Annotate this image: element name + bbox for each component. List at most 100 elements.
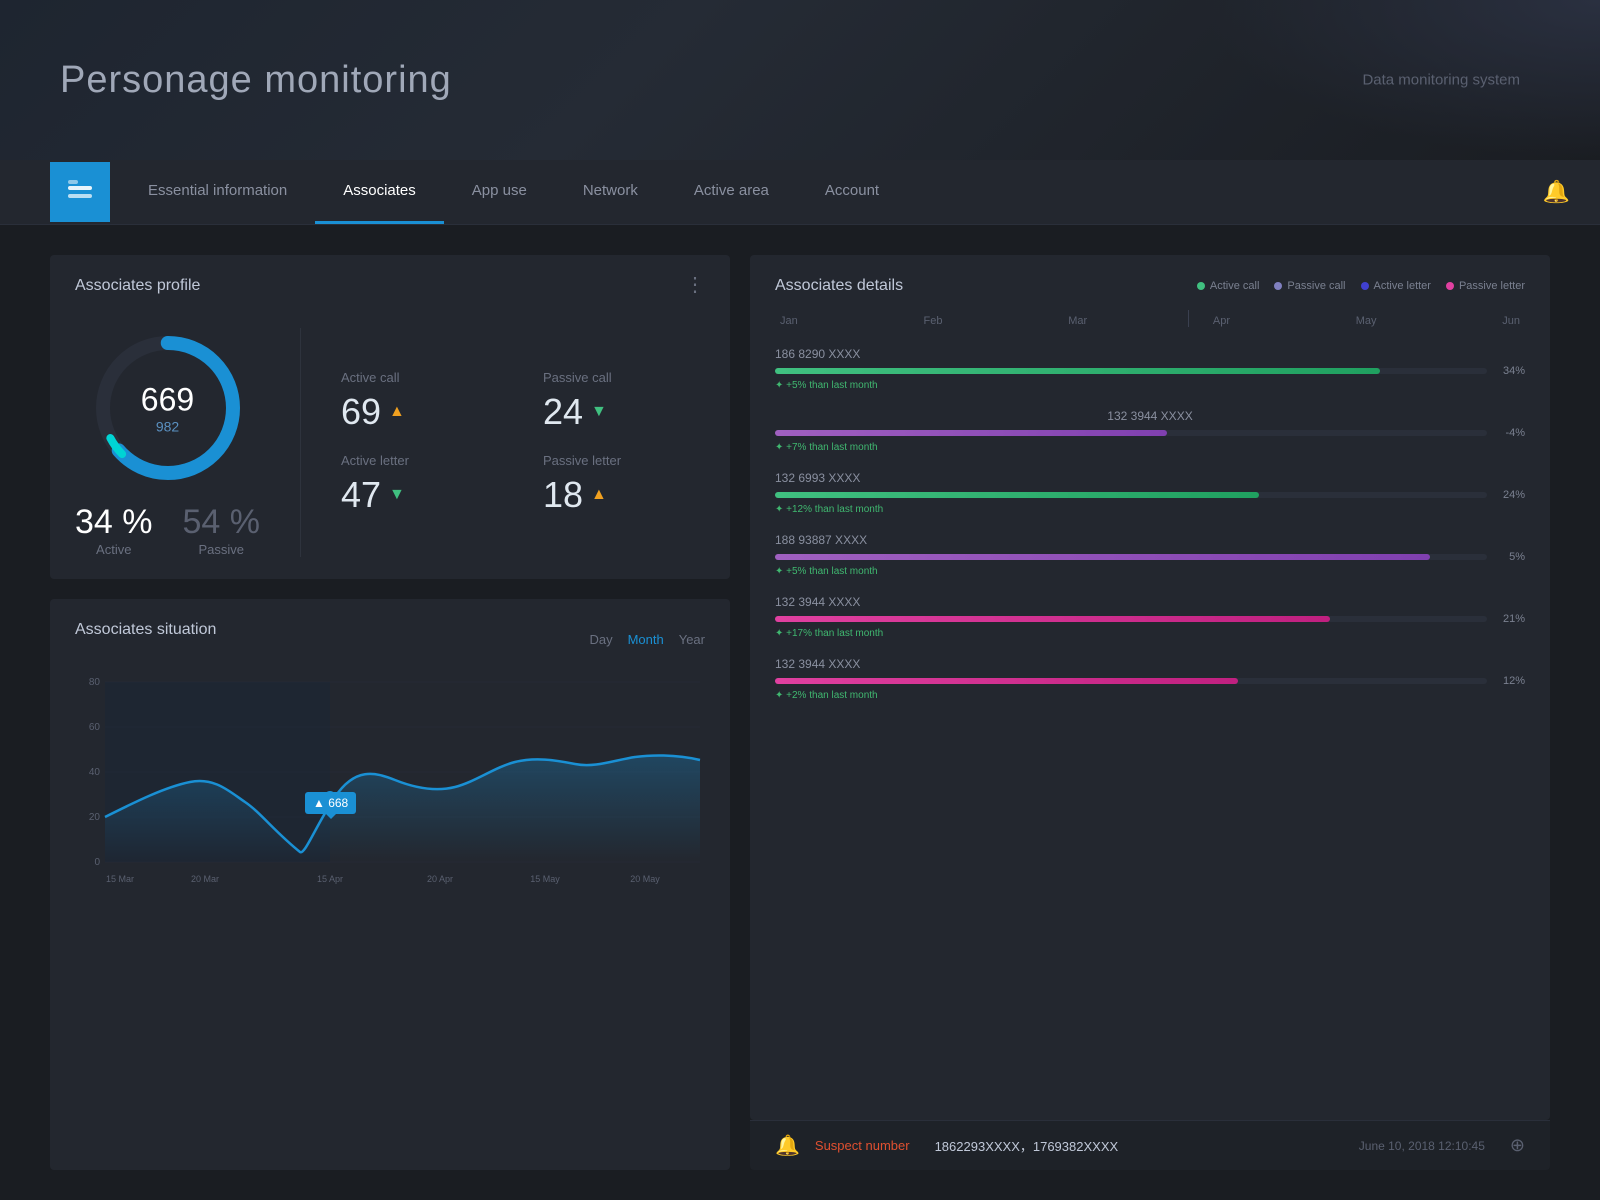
svg-text:15 Apr: 15 Apr <box>317 874 343 884</box>
subtitle: Data monitoring system <box>1362 72 1520 89</box>
svg-text:20 May: 20 May <box>630 874 660 884</box>
associates-details-card: Associates details Active call Passive c… <box>750 255 1550 1120</box>
svg-text:15 Mar: 15 Mar <box>106 874 134 884</box>
legend-dot-passive-call <box>1274 282 1282 290</box>
bar-entry-5: 132 3944 XXXX 21% ✦ +17% than last month <box>775 595 1525 639</box>
bar-track-6 <box>775 678 1487 684</box>
suspect-nav-icon[interactable]: ⊕ <box>1510 1135 1525 1156</box>
profile-card-body: 669 982 34 % Active 54 % Passive <box>75 328 705 557</box>
time-tabs: Day Month Year <box>589 632 705 647</box>
donut-center: 669 982 <box>141 382 194 435</box>
svg-text:20 Mar: 20 Mar <box>191 874 219 884</box>
arrow-up-icon: ▲ <box>389 403 405 421</box>
legend-active-letter: Active letter <box>1361 280 1431 292</box>
tab-year[interactable]: Year <box>679 632 705 647</box>
legend: Active call Passive call Active letter P… <box>1197 280 1525 292</box>
alert-bell-icon: 🔔 <box>775 1133 800 1158</box>
bar-track-5 <box>775 616 1487 622</box>
stat-active-call-value: 69 <box>341 391 381 433</box>
svg-text:80: 80 <box>89 677 101 688</box>
bar-entry-6: 132 3944 XXXX 12% ✦ +2% than last month <box>775 657 1525 701</box>
bar-name-1: 186 8290 XXXX <box>775 347 1525 361</box>
bar-entry-4: 188 93887 XXXX 5% ✦ +5% than last month <box>775 533 1525 577</box>
passive-percentage: 54 % <box>183 503 261 542</box>
bar-change-4: ✦ +5% than last month <box>775 566 1525 577</box>
nav-network[interactable]: Network <box>555 160 666 224</box>
situation-title: Associates situation <box>75 621 216 639</box>
bar-name-4: 188 93887 XXXX <box>775 533 1525 547</box>
nav-account[interactable]: Account <box>797 160 907 224</box>
legend-active-call: Active call <box>1197 280 1260 292</box>
bar-pct-3: 24% <box>1495 489 1525 501</box>
bar-entry-1: 186 8290 XXXX 34% ✦ +5% than last month <box>775 347 1525 391</box>
bar-change-5: ✦ +17% than last month <box>775 628 1525 639</box>
stat-active-call-row: 69 ▲ <box>341 391 503 433</box>
bar-name-5: 132 3944 XXXX <box>775 595 1525 609</box>
main-content: Associates profile ⋮ 669 982 <box>0 225 1600 1200</box>
month-feb: Feb <box>923 315 942 327</box>
svg-text:0: 0 <box>94 857 100 868</box>
bar-fill-1 <box>775 368 1380 374</box>
arrow-down-icon-2: ▼ <box>389 486 405 504</box>
nav-appuse[interactable]: App use <box>444 160 555 224</box>
nav-logo[interactable] <box>50 162 110 222</box>
donut-sub-value: 982 <box>141 419 194 435</box>
legend-label-active-call: Active call <box>1210 280 1260 292</box>
stat-passive-call-value: 24 <box>543 391 583 433</box>
nav-activearea[interactable]: Active area <box>666 160 797 224</box>
bar-entry-2: 132 3944 XXXX -4% ✦ +7% than last month <box>775 409 1525 453</box>
suspect-time: June 10, 2018 12:10:45 <box>1359 1139 1485 1153</box>
bar-pct-1: 34% <box>1495 365 1525 377</box>
active-percentage: 34 % <box>75 503 153 542</box>
legend-label-active-letter: Active letter <box>1374 280 1431 292</box>
line-chart-svg: 80 60 40 20 0 <box>75 672 705 892</box>
passive-label: Passive <box>183 542 261 557</box>
donut-main-value: 669 <box>141 382 194 419</box>
svg-text:40: 40 <box>89 767 101 778</box>
legend-label-passive-call: Passive call <box>1287 280 1345 292</box>
chart-tooltip: ▲ 668 <box>305 792 356 814</box>
chart-vertical-line <box>1188 310 1189 327</box>
stat-passive-letter: Passive letter 18 ▲ <box>543 453 705 516</box>
bar-entry-3: 132 6993 XXXX 24% ✦ +12% than last month <box>775 471 1525 515</box>
donut-chart: 669 982 <box>88 328 248 488</box>
svg-text:20: 20 <box>89 812 101 823</box>
profile-card-title: Associates profile <box>75 277 200 295</box>
stat-passive-call-row: 24 ▼ <box>543 391 705 433</box>
suspect-label: Suspect number <box>815 1138 910 1153</box>
tab-day[interactable]: Day <box>589 632 612 647</box>
svg-text:60: 60 <box>89 722 101 733</box>
bar-change-6: ✦ +2% than last month <box>775 690 1525 701</box>
bar-pct-6: 12% <box>1495 675 1525 687</box>
more-options-icon[interactable]: ⋮ <box>685 272 705 297</box>
page-title: Personage monitoring <box>60 59 452 102</box>
month-jun: Jun <box>1502 315 1520 327</box>
stat-passive-call-label: Passive call <box>543 370 705 385</box>
bar-fill-5 <box>775 616 1330 622</box>
month-may: May <box>1356 315 1377 327</box>
bar-change-1: ✦ +5% than last month <box>775 380 1525 391</box>
bar-pct-5: 21% <box>1495 613 1525 625</box>
bar-track-2 <box>775 430 1487 436</box>
nav-essential[interactable]: Essential information <box>120 160 315 224</box>
bar-fill-4 <box>775 554 1430 560</box>
bar-row-1: 34% <box>775 365 1525 377</box>
stat-active-letter: Active letter 47 ▼ <box>341 453 503 516</box>
bell-icon[interactable]: 🔔 <box>1543 179 1570 205</box>
svg-text:15 May: 15 May <box>530 874 560 884</box>
month-mar: Mar <box>1068 315 1087 327</box>
arrow-down-icon: ▼ <box>591 403 607 421</box>
bar-name-3: 132 6993 XXXX <box>775 471 1525 485</box>
bar-pct-2: -4% <box>1495 427 1525 439</box>
suspect-numbers: 1862293XXXX，1769382XXXX <box>935 1136 1119 1155</box>
tab-month[interactable]: Month <box>628 632 664 647</box>
bar-track-3 <box>775 492 1487 498</box>
right-panel: Associates details Active call Passive c… <box>750 255 1550 1170</box>
suspect-bar: 🔔 Suspect number 1862293XXXX，1769382XXXX… <box>750 1120 1550 1170</box>
bar-fill-6 <box>775 678 1238 684</box>
active-pct-item: 34 % Active <box>75 503 153 557</box>
vertical-divider <box>300 328 301 557</box>
legend-dot-passive-letter <box>1446 282 1454 290</box>
bar-row-2: -4% <box>775 427 1525 439</box>
nav-associates[interactable]: Associates <box>315 160 444 224</box>
